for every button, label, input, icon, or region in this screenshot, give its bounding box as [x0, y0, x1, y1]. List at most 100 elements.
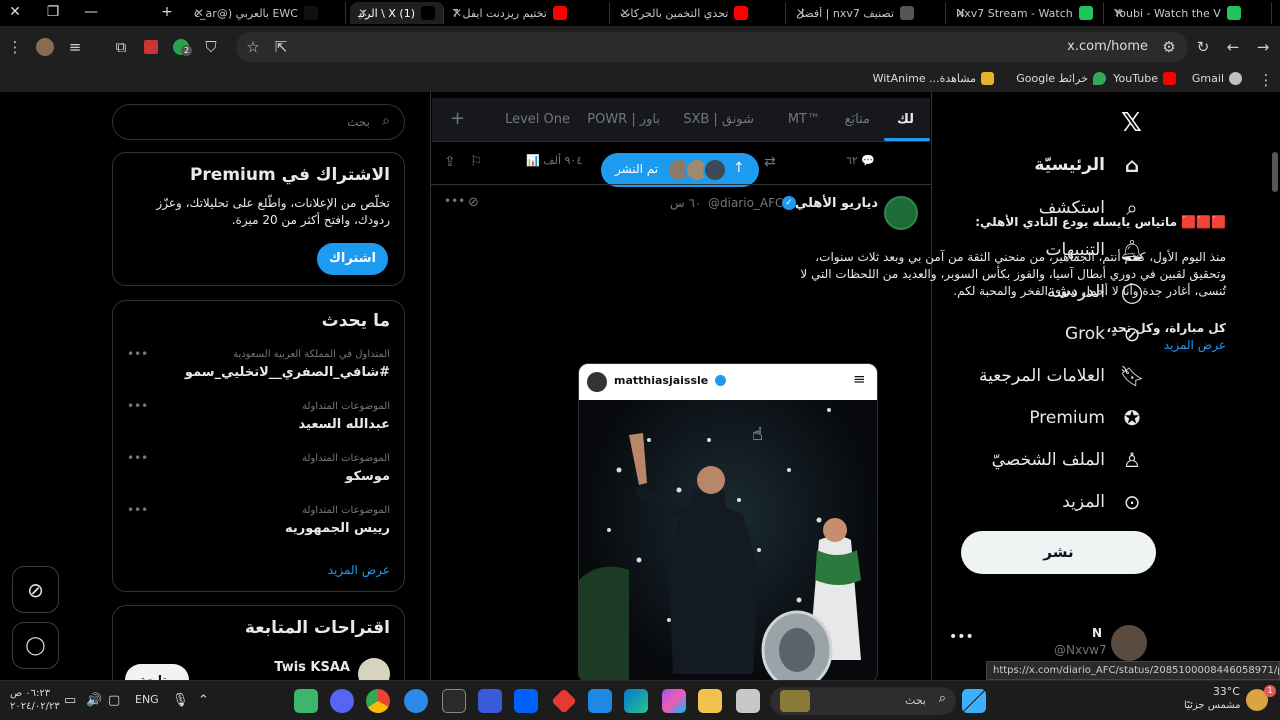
shield-icon[interactable]: ⛉	[200, 36, 222, 58]
tab-close-icon[interactable]: ✕	[1114, 6, 1124, 20]
scrollbar-thumb[interactable]	[1272, 152, 1278, 192]
window-close-icon[interactable]: ✕	[0, 0, 30, 26]
search-box[interactable]: ⌕ بحث	[112, 104, 405, 140]
weather-desc[interactable]: مشمس جزئيًا	[1184, 700, 1241, 711]
tweet-time[interactable]: ٦٠ س	[670, 196, 701, 210]
tweet-handle[interactable]: @diario_AFC	[708, 196, 783, 210]
address-url[interactable]: x.com/home	[1067, 39, 1148, 54]
reply-count[interactable]: ٦٢ 💬	[846, 154, 875, 167]
site-settings-icon[interactable]: ⚙	[1158, 36, 1180, 58]
browser-tab[interactable]: تصنيف nxv7 | أفضل ✕	[788, 2, 946, 24]
nav-item-9[interactable]: ⊙ المزيد	[1062, 489, 1145, 515]
edge-icon[interactable]	[404, 689, 428, 713]
bookmark-youtube[interactable]: YouTube	[1113, 72, 1176, 85]
microphone-icon[interactable]: 🎙	[172, 693, 189, 708]
tweet-more-icon[interactable]: •••	[444, 194, 465, 208]
reload-icon[interactable]: ↻	[1192, 36, 1214, 58]
address-bar[interactable]: ☆ ⇱ x.com/home ⚙	[236, 32, 1188, 62]
trend-more-icon[interactable]: •••	[127, 451, 148, 465]
account-avatar[interactable]	[1111, 625, 1147, 661]
clock[interactable]: ٠٦:٢٣ ص ٢٠٢٤/٠٢/٢٣	[10, 687, 60, 713]
discord-icon[interactable]	[330, 689, 354, 713]
taskbar-app-icon[interactable]	[478, 689, 502, 713]
grok-fab-button[interactable]: ⊘	[12, 566, 59, 613]
extension-app-icon[interactable]	[140, 36, 162, 58]
extensions-icon[interactable]: ⧉	[110, 36, 132, 58]
trend-name[interactable]: عبدالله السعيد	[299, 417, 390, 432]
tab-close-icon[interactable]: ✕	[620, 6, 630, 20]
copilot-icon[interactable]	[662, 689, 686, 713]
store-icon[interactable]	[624, 689, 648, 713]
trends-show-more-link[interactable]: عرض المزيد	[328, 563, 390, 577]
share-icon[interactable]: ⇪	[444, 154, 456, 170]
tray-overflow-icon[interactable]: ⌃	[198, 693, 209, 708]
bookmark-tweet-icon[interactable]: ⚐	[470, 154, 483, 170]
taskbar-search[interactable]: بحث ⌕	[770, 687, 956, 715]
tab-following[interactable]: متابَع	[845, 112, 870, 127]
trend-name[interactable]: موسكو	[345, 469, 390, 484]
menu-icon[interactable]: ⋮	[4, 36, 26, 58]
subscribe-button[interactable]: اشتراك	[317, 243, 388, 275]
extension-badge-icon[interactable]: 2	[170, 36, 193, 58]
browser-tab[interactable]: EWC بالعربي (@c_ar ✕	[186, 2, 346, 24]
bookmark-maps[interactable]: خرائط Google	[1016, 72, 1106, 85]
tab-close-icon[interactable]: ✕	[194, 6, 204, 20]
tab-for-you[interactable]: لك	[897, 112, 914, 127]
weather-temp[interactable]: 33°C	[1208, 685, 1240, 698]
follow-avatar[interactable]	[358, 658, 390, 680]
add-tab-icon[interactable]: +	[450, 108, 465, 129]
cast-icon[interactable]: ⇱	[270, 36, 292, 58]
nav-item-1[interactable]: ⌂ الرئيسيّة	[1034, 152, 1145, 178]
volume-icon[interactable]: 🔊	[86, 693, 102, 708]
trend-more-icon[interactable]: •••	[127, 347, 148, 361]
network-icon[interactable]: ▢	[108, 693, 120, 708]
account-more-icon[interactable]: •••	[949, 629, 974, 645]
browser-tab[interactable]: Nxv7 Stream - Watch ✕	[948, 2, 1104, 24]
tab-close-icon[interactable]: ✕	[452, 6, 462, 20]
bookmark-witanime[interactable]: مشاهدة... WitAnime	[873, 72, 994, 85]
browser-tab[interactable]: Youbi - Watch the V ✕	[1106, 2, 1272, 24]
page-scrollbar[interactable]	[1272, 100, 1278, 680]
trend-name[interactable]: رييس الجمهوريه	[285, 521, 390, 536]
window-restore-icon[interactable]: ❐	[38, 0, 68, 26]
bookmark-gmail[interactable]: Gmail	[1192, 72, 1242, 85]
trend-more-icon[interactable]: •••	[127, 399, 148, 413]
bookmarks-more-icon[interactable]: ⋮	[1256, 69, 1276, 91]
tab-sxb[interactable]: SXB | شونق	[683, 112, 754, 127]
show-more-link[interactable]: عرض المزيد	[786, 337, 1226, 354]
browser-tab[interactable]: تحدي التخمين بالحركات ✕	[612, 2, 786, 24]
windows-start-icon[interactable]	[962, 689, 986, 713]
tab-close-icon[interactable]: ✕	[956, 6, 966, 20]
follow-button[interactable]: متابعة	[125, 664, 189, 680]
profile-avatar-icon[interactable]	[34, 36, 56, 58]
follow-name[interactable]: Twis KSAA	[274, 660, 350, 675]
tab-mt[interactable]: MT™	[788, 112, 820, 127]
file-explorer-icon[interactable]	[698, 689, 722, 713]
epic-games-icon[interactable]	[442, 689, 466, 713]
nav-item-6[interactable]: 🔖︎ العلامات المرجعية	[979, 363, 1145, 389]
window-minimize-icon[interactable]: —	[76, 0, 106, 26]
trend-more-icon[interactable]: •••	[127, 503, 148, 517]
bookmark-star-icon[interactable]: ☆	[242, 36, 264, 58]
new-tab-icon[interactable]: +	[152, 0, 182, 26]
tweet-author-name[interactable]: دياريو الأهلي	[795, 196, 878, 211]
post-button[interactable]: نشر	[961, 531, 1156, 574]
search-input[interactable]: بحث	[347, 115, 370, 129]
media-control-icon[interactable]: ≡	[64, 36, 86, 58]
tab-powr[interactable]: POWR | باور	[587, 112, 660, 127]
tweet-image-card[interactable]: matthiasjaissle ≡	[578, 363, 878, 680]
views-count[interactable]: 📊 ٩٠٤ ألف	[526, 154, 582, 167]
tab-level-one[interactable]: Level One	[505, 112, 570, 127]
dropbox-icon[interactable]	[514, 689, 538, 713]
task-view-icon[interactable]	[736, 689, 760, 713]
nav-item-7[interactable]: ✪ Premium	[1029, 405, 1145, 431]
nav-item-8[interactable]: ♙ الملف الشخصيّ	[992, 447, 1145, 473]
browser-tab[interactable]: تختيم ريزدنت ايفل 7 ✕	[444, 2, 610, 24]
language-indicator[interactable]: ENG	[135, 693, 159, 706]
mail-icon[interactable]	[588, 689, 612, 713]
chrome-icon[interactable]	[366, 689, 390, 713]
battery-icon[interactable]: ▭	[64, 693, 76, 708]
forward-icon[interactable]: →	[1252, 36, 1274, 58]
trend-name[interactable]: #شافي_الصفري__لاتخليي_سمو	[185, 365, 390, 380]
chat-fab-button[interactable]: ◯	[12, 622, 59, 669]
